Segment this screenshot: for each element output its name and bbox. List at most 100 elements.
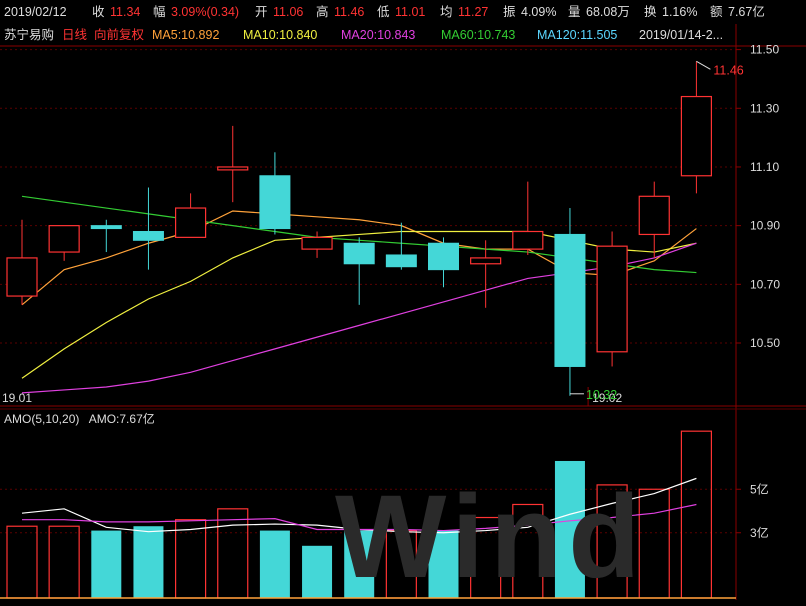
ma5-legend: MA5:10.892 [152,28,220,42]
price-tick-label: 10.70 [750,277,780,291]
amount-bar-up [512,503,544,599]
amo-params: AMO(5,10,20) [4,412,80,426]
price-tick-label: 11.10 [750,160,779,174]
candle [48,225,80,261]
candle [343,237,375,305]
ma120-legend: MA120:11.505 [537,28,618,42]
amplitude-value: 4.09% [521,5,557,19]
candle-body-down [90,225,122,230]
amo-legend-bar: AMO(5,10,20) AMO:7.67亿 [4,410,155,428]
low-marker-label: 10.32 [586,388,617,402]
high-marker-label: 11.46 [713,63,743,77]
amount-ma-line-amo10 [22,503,697,532]
candle-body-up [470,257,502,265]
candle-body-up [217,166,249,171]
candle [428,237,459,288]
volume-tick-label: 5亿 [750,481,769,496]
amount-bar-down [259,530,290,598]
date-value: 2019/02/12 [4,5,67,19]
high-label: 高 [316,5,329,19]
amount-ma-line-amo5 [21,477,697,534]
candle [90,219,122,253]
volume-tick-label: 3亿 [750,525,769,540]
quote-info-bar: 2019/02/12 收 11.34 幅 3.09%(0.34) 开 11.06… [0,0,806,24]
amount-bar-down [554,460,585,598]
high-value: 11.46 [334,5,365,19]
amount-bar-up [680,430,713,599]
candle-body-up [301,236,333,250]
candle-body-down [259,175,291,230]
amount-bars [0,430,736,599]
candle [175,193,207,238]
axis-labels: 11.5011.3011.1010.9010.7010.5019.01 19.02… [2,43,780,540]
amount-bar-down [302,545,333,598]
candle-body-down [428,242,459,271]
candle-body-down [385,254,417,268]
amount-bar-up [217,508,249,599]
date-range: 2019/01/14-2... [639,28,724,42]
candle [259,152,291,235]
open-label: 开 [255,5,268,19]
candle-body-up [596,245,628,353]
change-value: 3.09%(0.34) [171,5,240,19]
turnover-label: 换 [644,5,657,19]
amount-bar-down [428,530,459,598]
low-value: 11.01 [395,5,426,19]
amount-bar-down [133,526,164,598]
stock-name: 苏宁易购 [4,28,55,42]
amount-bar-up [596,484,628,599]
date-tick-label: 19.01 [2,391,32,405]
open-value: 11.06 [273,5,304,19]
candle-body-up [680,95,713,177]
amount-label: 额 [710,5,723,19]
price-tick-label: 10.90 [750,219,780,233]
amount-bar-up [638,488,670,599]
candle-body-up [6,257,38,297]
amount-bar-down [344,530,375,598]
change-label: 幅 [153,5,166,19]
candle [596,231,628,367]
candle-body-down [554,233,586,367]
close-label: 收 [92,5,105,19]
close-value: 11.34 [110,5,141,19]
amount-bar-down [91,530,122,598]
ma60-legend: MA60:10.743 [441,28,516,42]
amount-bar-up [6,525,38,599]
candle-body-up [512,230,544,250]
candlesticks [6,61,713,396]
adjust-selector[interactable]: 向前复权 [94,24,144,46]
volume-value: 68.08万 [586,5,630,19]
price-tick-label: 10.50 [750,336,780,350]
ma-legend-bar: 苏宁易购 日线 向前复权 MA5:10.892 MA10:10.840 MA20… [0,24,806,46]
amplitude-label: 振 [503,5,516,19]
amount-ma-lines [21,477,697,534]
ma20-legend: MA20:10.843 [341,28,416,42]
candle-body-up [48,225,80,253]
candle [132,187,164,270]
high-marker-arrow [696,60,711,70]
candle-body-down [343,242,375,265]
candle-body-up [638,195,670,236]
candle [217,125,249,203]
candle [554,208,586,396]
amo-value: AMO:7.67亿 [88,412,155,426]
amount-bar-up [175,519,207,599]
price-tick-label: 11.30 [750,101,779,115]
candle [638,181,670,258]
kline-chart: 11.5011.3011.1010.9010.7010.5019.01 19.02… [0,24,806,600]
amount-value: 7.67亿 [728,5,765,19]
volume-label: 量 [568,5,581,19]
period-selector[interactable]: 日线 [62,24,87,46]
low-label: 低 [377,5,390,19]
candle [6,219,38,305]
candle-body-down [132,231,164,241]
amount-bar-up [385,529,417,599]
avg-label: 均 [440,5,453,19]
candle-body-up [175,207,207,238]
turnover-value: 1.16% [662,5,698,19]
ma10-legend: MA10:10.840 [243,28,318,42]
amount-bar-up [48,525,80,599]
candle [680,61,713,194]
avg-value: 11.27 [458,5,489,19]
candle [512,181,544,255]
